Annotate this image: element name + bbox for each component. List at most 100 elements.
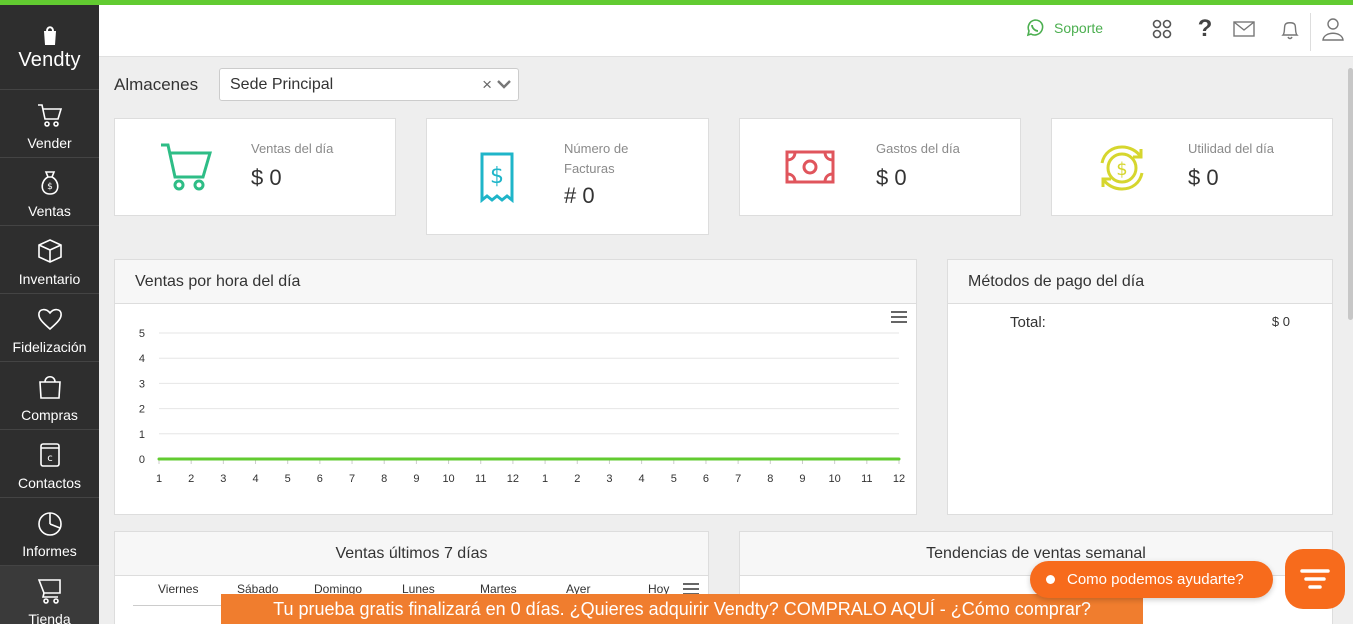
data-point[interactable] bbox=[833, 457, 837, 461]
stat-label: Número de Facturas bbox=[564, 141, 629, 176]
x-tick-label: 6 bbox=[317, 473, 323, 485]
sidebar-item-label: Fidelización bbox=[12, 339, 87, 355]
sidebar-item-label: Informes bbox=[22, 543, 77, 559]
stat-card-sales: Ventas del día $ 0 bbox=[114, 118, 396, 216]
warehouse-label: Almacenes bbox=[114, 75, 199, 94]
cash-bill-icon bbox=[785, 150, 835, 184]
svg-text:c: c bbox=[47, 453, 53, 464]
help-chat-label: Como podemos ayudarte? bbox=[1067, 571, 1244, 588]
data-point[interactable] bbox=[575, 457, 579, 461]
data-point[interactable] bbox=[189, 457, 193, 461]
data-point[interactable] bbox=[800, 457, 804, 461]
x-tick-label: 3 bbox=[220, 473, 226, 485]
sidebar-item-fidelizacion[interactable]: Fidelización bbox=[0, 294, 99, 362]
stat-card-expenses: Gastos del día $ 0 bbox=[739, 118, 1021, 216]
data-point[interactable] bbox=[897, 457, 901, 461]
user-avatar-icon[interactable] bbox=[1321, 17, 1345, 41]
top-header: Soporte ? bbox=[99, 5, 1353, 57]
data-point[interactable] bbox=[447, 457, 451, 461]
help-icon[interactable]: ? bbox=[1193, 15, 1217, 42]
sidebar-item-tienda[interactable]: Tienda bbox=[0, 566, 99, 624]
data-point[interactable] bbox=[543, 457, 547, 461]
chevron-down-icon[interactable] bbox=[496, 77, 512, 91]
payment-total-label: Total: bbox=[1010, 314, 1046, 331]
data-point[interactable] bbox=[511, 457, 515, 461]
trial-banner[interactable]: Tu prueba gratis finalizará en 0 días. ¿… bbox=[221, 594, 1143, 624]
pie-chart-icon bbox=[37, 512, 62, 536]
y-tick-label: 1 bbox=[139, 429, 145, 441]
clear-selection-icon[interactable]: × bbox=[482, 75, 492, 95]
y-tick-label: 0 bbox=[139, 454, 145, 466]
data-point[interactable] bbox=[736, 457, 740, 461]
sidebar-item-label: Tienda bbox=[28, 611, 71, 624]
x-tick-label: 1 bbox=[156, 473, 162, 485]
data-point[interactable] bbox=[479, 457, 483, 461]
bell-icon[interactable] bbox=[1278, 17, 1302, 41]
whatsapp-icon bbox=[1026, 19, 1044, 37]
y-tick-label: 3 bbox=[139, 378, 145, 390]
y-tick-label: 2 bbox=[139, 404, 145, 416]
cart-icon bbox=[161, 143, 212, 191]
support-label: Soporte bbox=[1054, 20, 1104, 36]
svg-text:$: $ bbox=[47, 182, 53, 192]
mail-icon[interactable] bbox=[1232, 17, 1256, 41]
heart-icon bbox=[37, 308, 62, 331]
x-tick-label: 7 bbox=[735, 473, 741, 485]
sidebar-item-inventario[interactable]: Inventario bbox=[0, 226, 99, 294]
help-chat-bubble[interactable]: Como podemos ayudarte? bbox=[1030, 561, 1273, 598]
hourly-sales-panel: Ventas por hora del día 0123451234567891… bbox=[114, 259, 917, 515]
warehouse-select[interactable]: Sede Principal × bbox=[219, 68, 519, 101]
brand-logo[interactable]: Vendty bbox=[0, 5, 99, 90]
payment-methods-panel: Métodos de pago del día Total: $ 0 bbox=[947, 259, 1333, 515]
sidebar-item-compras[interactable]: Compras bbox=[0, 362, 99, 430]
x-tick-label: 11 bbox=[861, 473, 872, 485]
page-scrollbar[interactable] bbox=[1348, 68, 1353, 320]
x-tick-label: 2 bbox=[574, 473, 580, 485]
panel-title: Ventas últimos 7 días bbox=[115, 532, 708, 576]
x-tick-label: 12 bbox=[507, 473, 519, 485]
svg-text:$: $ bbox=[490, 164, 504, 189]
data-point[interactable] bbox=[286, 457, 290, 461]
sidebar-item-contactos[interactable]: c Contactos bbox=[0, 430, 99, 498]
sidebar-item-label: Contactos bbox=[17, 475, 82, 491]
x-tick-label: 3 bbox=[606, 473, 612, 485]
x-tick-label: 11 bbox=[475, 473, 486, 485]
sidebar-item-informes[interactable]: Informes bbox=[0, 498, 99, 566]
profit-coin-icon: $ bbox=[1100, 145, 1144, 191]
x-tick-label: 2 bbox=[188, 473, 194, 485]
data-point[interactable] bbox=[318, 457, 322, 461]
data-point[interactable] bbox=[221, 457, 225, 461]
store-cart-icon bbox=[37, 579, 61, 604]
y-tick-label: 4 bbox=[139, 353, 145, 365]
x-tick-label: 9 bbox=[413, 473, 419, 485]
sidebar-item-ventas[interactable]: $ Ventas bbox=[0, 158, 99, 226]
x-tick-label: 4 bbox=[639, 473, 645, 485]
data-point[interactable] bbox=[607, 457, 611, 461]
data-point[interactable] bbox=[865, 457, 869, 461]
data-point[interactable] bbox=[350, 457, 354, 461]
chat-launcher-button[interactable] bbox=[1285, 549, 1345, 609]
data-point[interactable] bbox=[768, 457, 772, 461]
sidebar-item-label: Vender bbox=[27, 135, 72, 151]
data-point[interactable] bbox=[157, 457, 161, 461]
x-tick-label: 8 bbox=[381, 473, 387, 485]
x-tick-label: 10 bbox=[442, 473, 454, 485]
hourly-sales-chart: 0123451 2 3 4 5 6 7 8 9 10 11 12 1 2 3 4 5 6 7 8 9 10 11 12 bbox=[139, 328, 905, 485]
sidebar-item-label: Ventas bbox=[28, 203, 71, 219]
apps-grid-icon[interactable] bbox=[1150, 17, 1174, 41]
warehouse-selected-value: Sede Principal bbox=[230, 75, 334, 93]
sidebar-item-vender[interactable]: Vender bbox=[0, 90, 99, 158]
stat-value: $ 0 bbox=[1188, 165, 1219, 190]
x-tick-label: 10 bbox=[829, 473, 841, 485]
stat-label: Gastos del día bbox=[876, 141, 960, 156]
data-point[interactable] bbox=[414, 457, 418, 461]
data-point[interactable] bbox=[640, 457, 644, 461]
data-point[interactable] bbox=[382, 457, 386, 461]
x-tick-label: 4 bbox=[252, 473, 258, 485]
svg-text:$: $ bbox=[1116, 159, 1127, 180]
data-point[interactable] bbox=[254, 457, 258, 461]
data-point[interactable] bbox=[704, 457, 708, 461]
support-link[interactable]: Soporte bbox=[1024, 17, 1103, 39]
data-point[interactable] bbox=[672, 457, 676, 461]
x-tick-label: 1 bbox=[542, 473, 548, 485]
